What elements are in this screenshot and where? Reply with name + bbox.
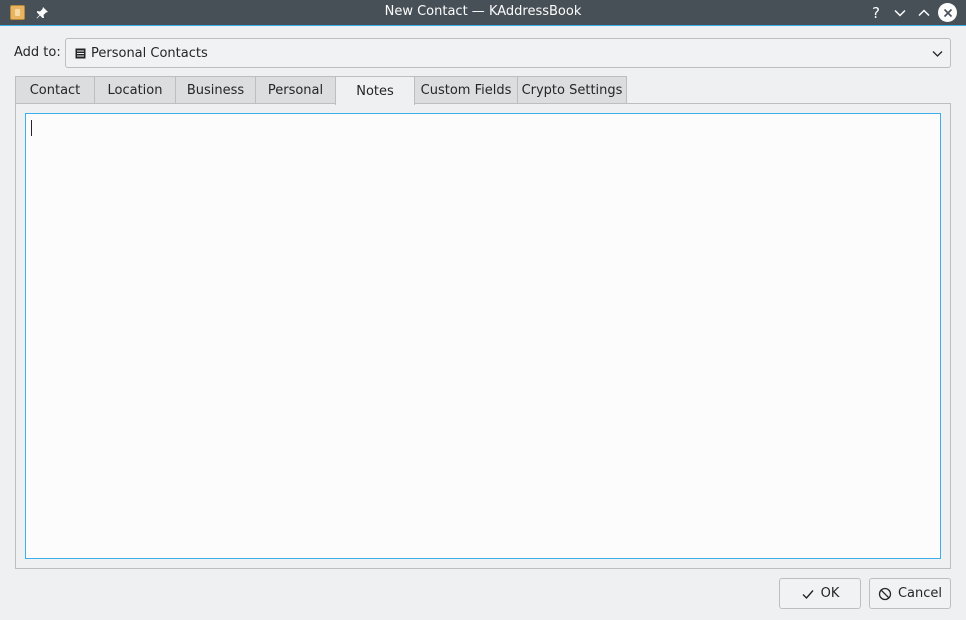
add-to-combobox[interactable]: Personal Contacts: [65, 38, 951, 68]
add-to-label: Add to:: [14, 45, 61, 60]
cancel-button-label: Cancel: [897, 586, 943, 601]
addressbook-list-icon: [75, 48, 86, 59]
tab-custom-fields[interactable]: Custom Fields: [414, 76, 518, 104]
cancel-button[interactable]: Cancel: [869, 578, 951, 609]
tab-crypto-settings[interactable]: Crypto Settings: [517, 76, 627, 104]
close-icon[interactable]: [938, 3, 957, 22]
help-icon[interactable]: ?: [867, 4, 885, 22]
chevron-down-icon: [931, 47, 944, 60]
ok-button[interactable]: OK: [779, 578, 861, 609]
tab-personal[interactable]: Personal: [255, 76, 336, 104]
tab-notes[interactable]: Notes: [335, 76, 415, 105]
title-bar: New Contact — KAddressBook ?: [0, 0, 966, 26]
text-caret: [31, 120, 32, 136]
add-to-selected-value: Personal Contacts: [91, 46, 208, 61]
tab-business[interactable]: Business: [175, 76, 256, 104]
tab-contact[interactable]: Contact: [15, 76, 95, 104]
notes-text-area[interactable]: [25, 113, 941, 559]
window-title: New Contact — KAddressBook: [384, 4, 582, 19]
chevron-down-icon[interactable]: [891, 4, 909, 22]
tab-location[interactable]: Location: [94, 76, 176, 104]
checkmark-icon: [802, 589, 814, 599]
chevron-up-icon[interactable]: [915, 4, 933, 22]
ok-button-label: OK: [820, 586, 840, 601]
cancel-icon: [878, 587, 892, 600]
